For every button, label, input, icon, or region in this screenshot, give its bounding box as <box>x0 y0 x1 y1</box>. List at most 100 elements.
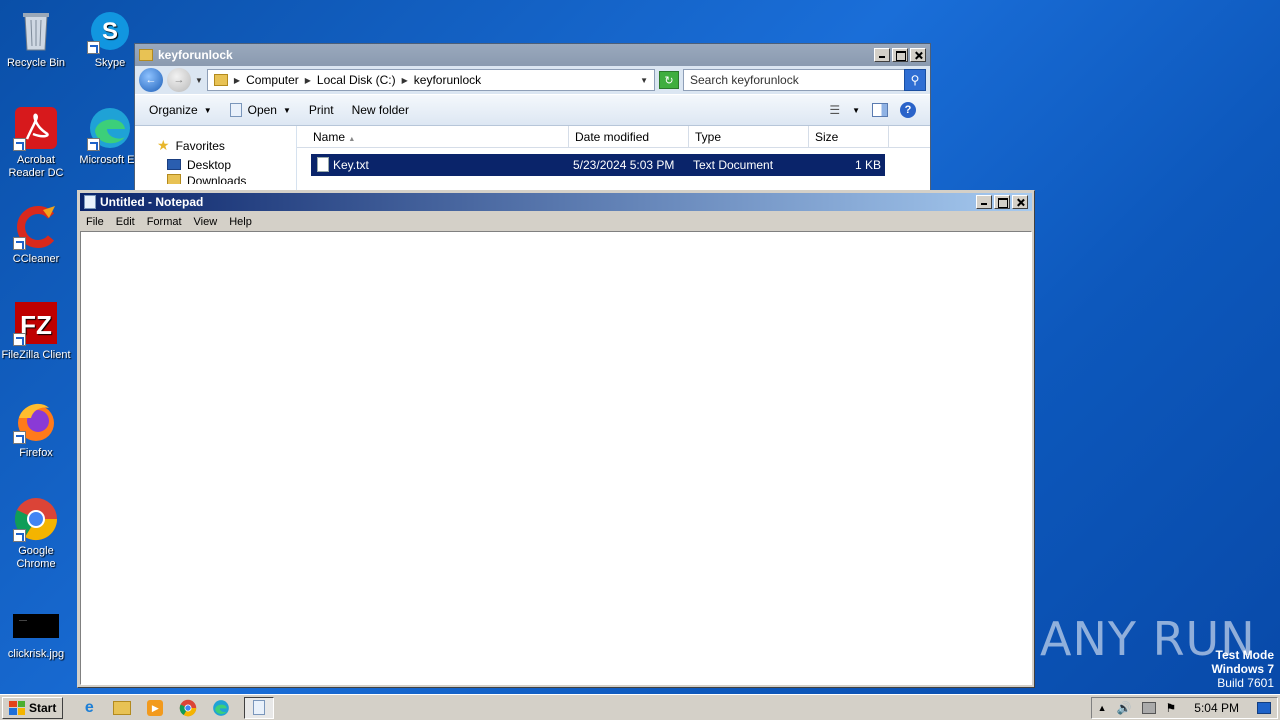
ccleaner-icon <box>13 204 59 250</box>
menu-view[interactable]: View <box>188 216 224 228</box>
shortcut-arrow-icon <box>13 431 26 444</box>
action-center-flag-icon[interactable]: ⚑ <box>1166 701 1177 715</box>
desktop-icon-acrobat[interactable]: Acrobat Reader DC <box>0 105 72 180</box>
column-name[interactable]: Name ▲ <box>297 126 569 147</box>
column-date-modified[interactable]: Date modified <box>569 126 689 147</box>
text-file-icon <box>317 157 329 172</box>
start-button[interactable]: Start <box>2 696 64 719</box>
show-desktop-icon[interactable] <box>1257 701 1271 714</box>
shortcut-arrow-icon <box>13 237 26 250</box>
shortcut-arrow-icon <box>13 138 26 151</box>
chevron-down-icon: ▼ <box>282 105 291 115</box>
close-button[interactable] <box>1012 195 1028 209</box>
clock[interactable]: 5:04 PM <box>1194 701 1239 715</box>
column-type[interactable]: Type <box>689 126 809 147</box>
desktop-icon <box>167 159 181 170</box>
edge-taskbar-icon[interactable] <box>211 698 231 718</box>
nav-downloads[interactable]: Downloads <box>157 174 296 184</box>
view-options-icon[interactable]: ☰ <box>829 103 840 117</box>
menu-help[interactable]: Help <box>223 216 258 228</box>
breadcrumb-local-disk[interactable]: Local Disk (C:) <box>317 73 396 87</box>
refresh-button[interactable]: ↻ <box>659 71 679 89</box>
search-input[interactable]: Search keyforunlock ⚲ <box>683 69 926 91</box>
close-button[interactable] <box>910 48 926 62</box>
desktop-icon-chrome[interactable]: Google Chrome <box>0 496 72 571</box>
desktop-icon-filezilla[interactable]: FZ FileZilla Client <box>0 300 72 362</box>
address-dropdown[interactable]: ▼ <box>640 76 648 85</box>
shortcut-arrow-icon <box>87 138 100 151</box>
file-name: Key.txt <box>333 158 369 172</box>
address-bar[interactable]: ▶ Computer ▶ Local Disk (C:) ▶ keyforunl… <box>206 69 655 91</box>
volume-icon[interactable]: 🔊 <box>1117 701 1132 715</box>
shortcut-arrow-icon <box>87 41 100 54</box>
shortcut-arrow-icon <box>13 333 26 346</box>
network-icon[interactable] <box>1141 701 1156 714</box>
help-icon[interactable]: ? <box>900 102 916 118</box>
windows-logo-icon <box>9 700 25 715</box>
firefox-icon <box>13 398 59 444</box>
star-icon: ★ <box>157 137 170 153</box>
notepad-menubar: File Edit Format View Help <box>78 213 1034 231</box>
show-hidden-icons-icon[interactable]: ▲ <box>1098 703 1107 713</box>
explorer-taskbar-icon[interactable] <box>112 698 132 718</box>
filezilla-icon: FZ <box>13 300 59 346</box>
desktop-icon-label: clickrisk.jpg <box>7 648 65 660</box>
recent-pages-dropdown[interactable]: ▼ <box>195 76 203 85</box>
print-button[interactable]: Print <box>309 103 334 117</box>
menu-edit[interactable]: Edit <box>110 216 141 228</box>
organize-button[interactable]: Organize ▼ <box>149 103 212 117</box>
navigation-pane: ★ Favorites Desktop Downloads <box>135 126 297 192</box>
minimize-button[interactable] <box>976 195 992 209</box>
column-size[interactable]: Size <box>809 126 889 147</box>
new-folder-button[interactable]: New folder <box>352 103 409 117</box>
maximize-button[interactable] <box>892 48 908 62</box>
notepad-icon <box>84 195 96 209</box>
menu-format[interactable]: Format <box>141 216 188 228</box>
media-player-icon[interactable]: ▶ <box>145 698 165 718</box>
folder-icon <box>139 49 153 61</box>
system-tray: ▲ 🔊 ⚑ 5:04 PM <box>1090 696 1278 719</box>
notepad-taskbar-icon[interactable] <box>244 696 275 719</box>
maximize-button[interactable] <box>994 195 1010 209</box>
watermark-line3: Build 7601 <box>1217 676 1274 690</box>
menu-file[interactable]: File <box>80 216 110 228</box>
notepad-titlebar[interactable]: Untitled - Notepad <box>80 193 1032 211</box>
desktop-icon-label: Google Chrome <box>16 545 56 570</box>
recycle-bin-icon <box>13 8 59 54</box>
chrome-taskbar-icon[interactable] <box>178 698 198 718</box>
back-button[interactable]: ← <box>139 68 163 92</box>
desktop-icon-label: Firefox <box>19 447 53 459</box>
preview-pane-icon[interactable] <box>872 103 888 117</box>
folder-icon <box>213 74 228 86</box>
file-date: 5/23/2024 5:03 PM <box>573 158 675 172</box>
breadcrumb-keyforunlock[interactable]: keyforunlock <box>414 73 481 87</box>
minimize-button[interactable] <box>874 48 890 62</box>
open-button[interactable]: Open ▼ <box>229 103 291 117</box>
shortcut-arrow-icon <box>13 529 26 542</box>
explorer-titlebar[interactable]: keyforunlock <box>135 44 930 66</box>
nav-favorites[interactable]: ★ Favorites <box>157 136 296 155</box>
address-row: ← → ▼ ▶ Computer ▶ Local Disk (C:) ▶ key… <box>135 66 930 94</box>
search-icon[interactable]: ⚲ <box>904 69 926 91</box>
file-row-selected[interactable]: Key.txt 5/23/2024 5:03 PM Text Document … <box>311 154 885 176</box>
chevron-down-icon[interactable]: ▼ <box>852 106 860 115</box>
desktop-icon-firefox[interactable]: Firefox <box>0 398 72 460</box>
forward-button[interactable]: → <box>167 68 191 92</box>
desktop-icon-clickrisk[interactable]: clickrisk.jpg <box>0 610 72 661</box>
nav-desktop[interactable]: Desktop <box>157 155 296 174</box>
test-mode-watermark: Test Mode Windows 7 Build 7601 <box>1211 648 1274 690</box>
desktop-icon-label: CCleaner <box>12 253 60 265</box>
desktop-icon-recycle-bin[interactable]: Recycle Bin <box>0 8 72 70</box>
desktop-icon-ccleaner[interactable]: CCleaner <box>0 204 72 266</box>
svg-text:S: S <box>102 18 118 45</box>
breadcrumb-computer[interactable]: Computer <box>246 73 299 87</box>
file-size: 1 KB <box>854 158 881 172</box>
explorer-window[interactable]: keyforunlock ← → ▼ ▶ Computer ▶ Local Di… <box>134 43 931 193</box>
chrome-icon <box>13 496 59 542</box>
watermark-line2: Windows 7 <box>1211 662 1274 676</box>
ie-icon[interactable]: e <box>79 698 99 718</box>
notepad-window[interactable]: Untitled - Notepad File Edit Format View… <box>77 190 1035 688</box>
notepad-text-area[interactable] <box>80 231 1032 685</box>
explorer-title: keyforunlock <box>158 48 233 62</box>
column-headers: Name ▲ Date modified Type Size <box>297 126 930 148</box>
